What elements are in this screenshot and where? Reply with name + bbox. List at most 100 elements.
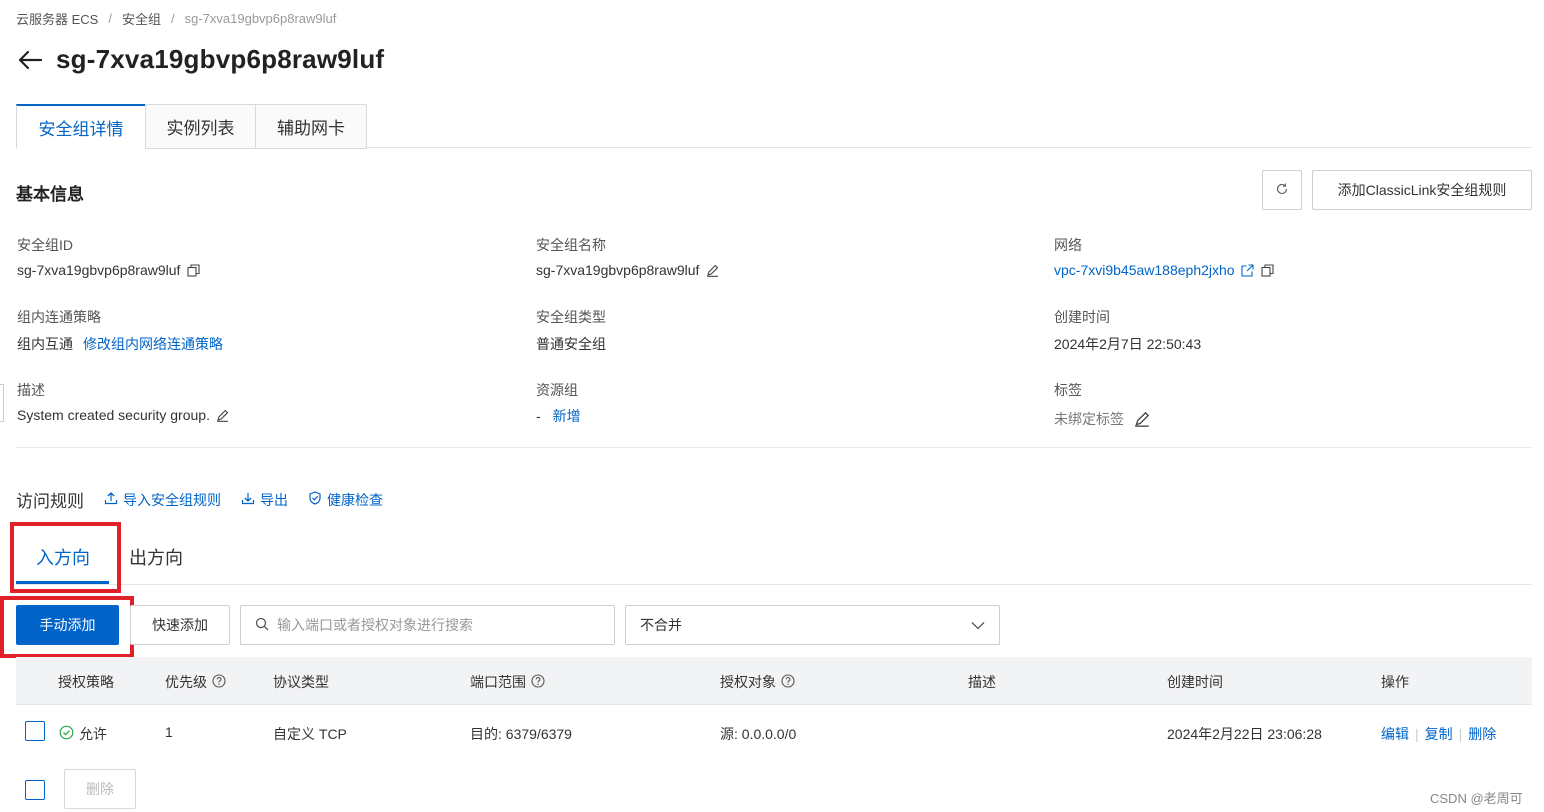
protocol-value: 自定义 TCP bbox=[273, 726, 347, 742]
edit-icon[interactable] bbox=[1134, 411, 1150, 427]
direction-tabs: 入方向 出方向 bbox=[16, 530, 1532, 585]
edit-rule-link[interactable]: 编辑 bbox=[1381, 724, 1409, 744]
help-icon[interactable] bbox=[781, 673, 795, 691]
select-all-checkbox[interactable] bbox=[25, 780, 45, 800]
sg-id-value: sg-7xva19gbvp6p8raw9luf bbox=[17, 262, 181, 278]
col-created-label: 创建时间 bbox=[1167, 674, 1223, 690]
tags-field: 未绑定标签 bbox=[1054, 409, 1150, 429]
top-tabs: 安全组详情 实例列表 辅助网卡 bbox=[16, 104, 1532, 149]
export-label: 导出 bbox=[260, 491, 288, 508]
access-rules-bar: 访问规则 导入安全组规则 导出 健康检查 bbox=[16, 487, 383, 512]
table-row: 允许 1 自定义 TCP 目的: 6379/6379 源: 0.0.0.0/0 … bbox=[16, 705, 1532, 760]
intra-policy-label: 组内连通策略 bbox=[17, 309, 101, 325]
highlight-box-manual-add bbox=[0, 596, 134, 658]
health-check-button[interactable]: 健康检查 bbox=[308, 490, 383, 510]
col-priority: 优先级 bbox=[165, 672, 226, 692]
breadcrumb: 云服务器 ECS / 安全组 / sg-7xva19gbvp6p8raw9luf bbox=[16, 9, 336, 28]
separator: | bbox=[1458, 726, 1463, 742]
help-icon[interactable] bbox=[212, 673, 226, 691]
refresh-button[interactable] bbox=[1262, 170, 1302, 210]
copy-icon[interactable] bbox=[1261, 263, 1275, 277]
export-button[interactable]: 导出 bbox=[241, 490, 288, 510]
search-icon bbox=[255, 617, 269, 634]
intra-policy-value: 组内互通 bbox=[17, 336, 73, 352]
col-description-label: 描述 bbox=[968, 674, 996, 690]
tags-label: 标签 bbox=[1054, 382, 1082, 398]
col-port-label: 端口范围 bbox=[470, 674, 526, 690]
vpc-link[interactable]: vpc-7xvi9b45aw188eph2jxho bbox=[1054, 262, 1235, 278]
breadcrumb-separator: / bbox=[108, 11, 112, 26]
page-header: sg-7xva19gbvp6p8raw9luf bbox=[16, 44, 384, 75]
arrow-left-icon[interactable] bbox=[16, 46, 44, 74]
created-label: 创建时间 bbox=[1054, 309, 1110, 325]
health-check-label: 健康检查 bbox=[327, 491, 383, 508]
merge-select-value: 不合并 bbox=[640, 617, 682, 633]
row-checkbox-cell bbox=[25, 721, 45, 741]
row-checkbox[interactable] bbox=[25, 721, 45, 741]
description-label: 描述 bbox=[17, 382, 45, 398]
col-source: 授权对象 bbox=[720, 672, 795, 692]
col-policy-label: 授权策略 bbox=[58, 674, 114, 690]
intra-policy-field: 组内互通 修改组内网络连通策略 bbox=[17, 334, 223, 354]
sg-name-field: sg-7xva19gbvp6p8raw9luf bbox=[536, 262, 719, 278]
download-icon bbox=[241, 491, 255, 508]
import-rules-button[interactable]: 导入安全组规则 bbox=[104, 490, 221, 510]
col-protocol: 协议类型 bbox=[273, 672, 329, 692]
separator: | bbox=[1415, 726, 1419, 742]
bulk-delete-button[interactable]: 删除 bbox=[64, 769, 136, 809]
highlight-box-inbound bbox=[10, 522, 121, 593]
edit-icon[interactable] bbox=[705, 263, 719, 277]
add-resource-group-link[interactable]: 新增 bbox=[553, 406, 581, 426]
upload-icon bbox=[104, 491, 118, 508]
col-protocol-label: 协议类型 bbox=[273, 674, 329, 690]
tab-secondary-eni[interactable]: 辅助网卡 bbox=[255, 104, 367, 149]
access-rules-title: 访问规则 bbox=[16, 492, 84, 511]
policy-value: 允许 bbox=[79, 726, 107, 742]
col-port: 端口范围 bbox=[470, 672, 545, 692]
network-label: 网络 bbox=[1054, 237, 1082, 253]
delete-rule-link[interactable]: 删除 bbox=[1468, 724, 1496, 744]
col-priority-label: 优先级 bbox=[165, 674, 207, 690]
page-title: sg-7xva19gbvp6p8raw9luf bbox=[56, 44, 385, 74]
actions-cell: 编辑 | 复制 | 删除 bbox=[1381, 724, 1496, 744]
breadcrumb-current: sg-7xva19gbvp6p8raw9luf bbox=[184, 11, 337, 26]
watermark: CSDN @老周可 bbox=[1430, 791, 1523, 806]
breadcrumb-ecs[interactable]: 云服务器 ECS bbox=[16, 9, 98, 28]
tab-instance-list[interactable]: 实例列表 bbox=[145, 104, 256, 149]
col-source-label: 授权对象 bbox=[720, 674, 776, 690]
breadcrumb-separator: / bbox=[170, 11, 175, 26]
breadcrumb-security-groups[interactable]: 安全组 bbox=[122, 9, 161, 28]
side-panel-handle[interactable] bbox=[0, 384, 4, 422]
modify-intra-policy-link[interactable]: 修改组内网络连通策略 bbox=[83, 334, 223, 354]
help-icon[interactable] bbox=[531, 673, 545, 691]
rules-table-header: 授权策略 优先级 协议类型 端口范围 授权对象 描述 创建时间 操作 bbox=[16, 657, 1532, 705]
tab-outbound[interactable]: 出方向 bbox=[129, 544, 183, 570]
edit-icon[interactable] bbox=[216, 408, 230, 422]
section-divider bbox=[16, 447, 1532, 448]
sg-type-value: 普通安全组 bbox=[536, 336, 606, 352]
shield-check-icon bbox=[308, 491, 322, 508]
copy-icon[interactable] bbox=[186, 263, 200, 277]
resource-group-label: 资源组 bbox=[536, 382, 578, 398]
external-link-icon[interactable] bbox=[1241, 263, 1255, 277]
col-description: 描述 bbox=[968, 672, 996, 692]
sg-id-label: 安全组ID bbox=[17, 237, 73, 253]
network-field: vpc-7xvi9b45aw188eph2jxho bbox=[1054, 262, 1275, 278]
col-created: 创建时间 bbox=[1167, 672, 1223, 692]
sg-type-label: 安全组类型 bbox=[536, 309, 606, 325]
add-classiclink-rule-button[interactable]: 添加ClassicLink安全组规则 bbox=[1312, 170, 1532, 210]
sg-id-field: sg-7xva19gbvp6p8raw9luf bbox=[17, 262, 200, 278]
tags-value: 未绑定标签 bbox=[1054, 411, 1124, 427]
col-policy: 授权策略 bbox=[58, 672, 114, 692]
chevron-down-icon bbox=[971, 617, 985, 633]
search-input[interactable] bbox=[277, 617, 597, 633]
merge-select[interactable]: 不合并 bbox=[625, 605, 1000, 645]
created-value: 2024年2月7日 22:50:43 bbox=[1054, 336, 1202, 352]
description-field: System created security group. bbox=[17, 407, 230, 423]
col-actions: 操作 bbox=[1381, 672, 1409, 692]
import-rules-label: 导入安全组规则 bbox=[123, 491, 221, 508]
tab-sg-details[interactable]: 安全组详情 bbox=[16, 104, 146, 149]
copy-rule-link[interactable]: 复制 bbox=[1425, 724, 1453, 744]
quick-add-button[interactable]: 快速添加 bbox=[130, 605, 230, 645]
col-actions-label: 操作 bbox=[1381, 674, 1409, 690]
